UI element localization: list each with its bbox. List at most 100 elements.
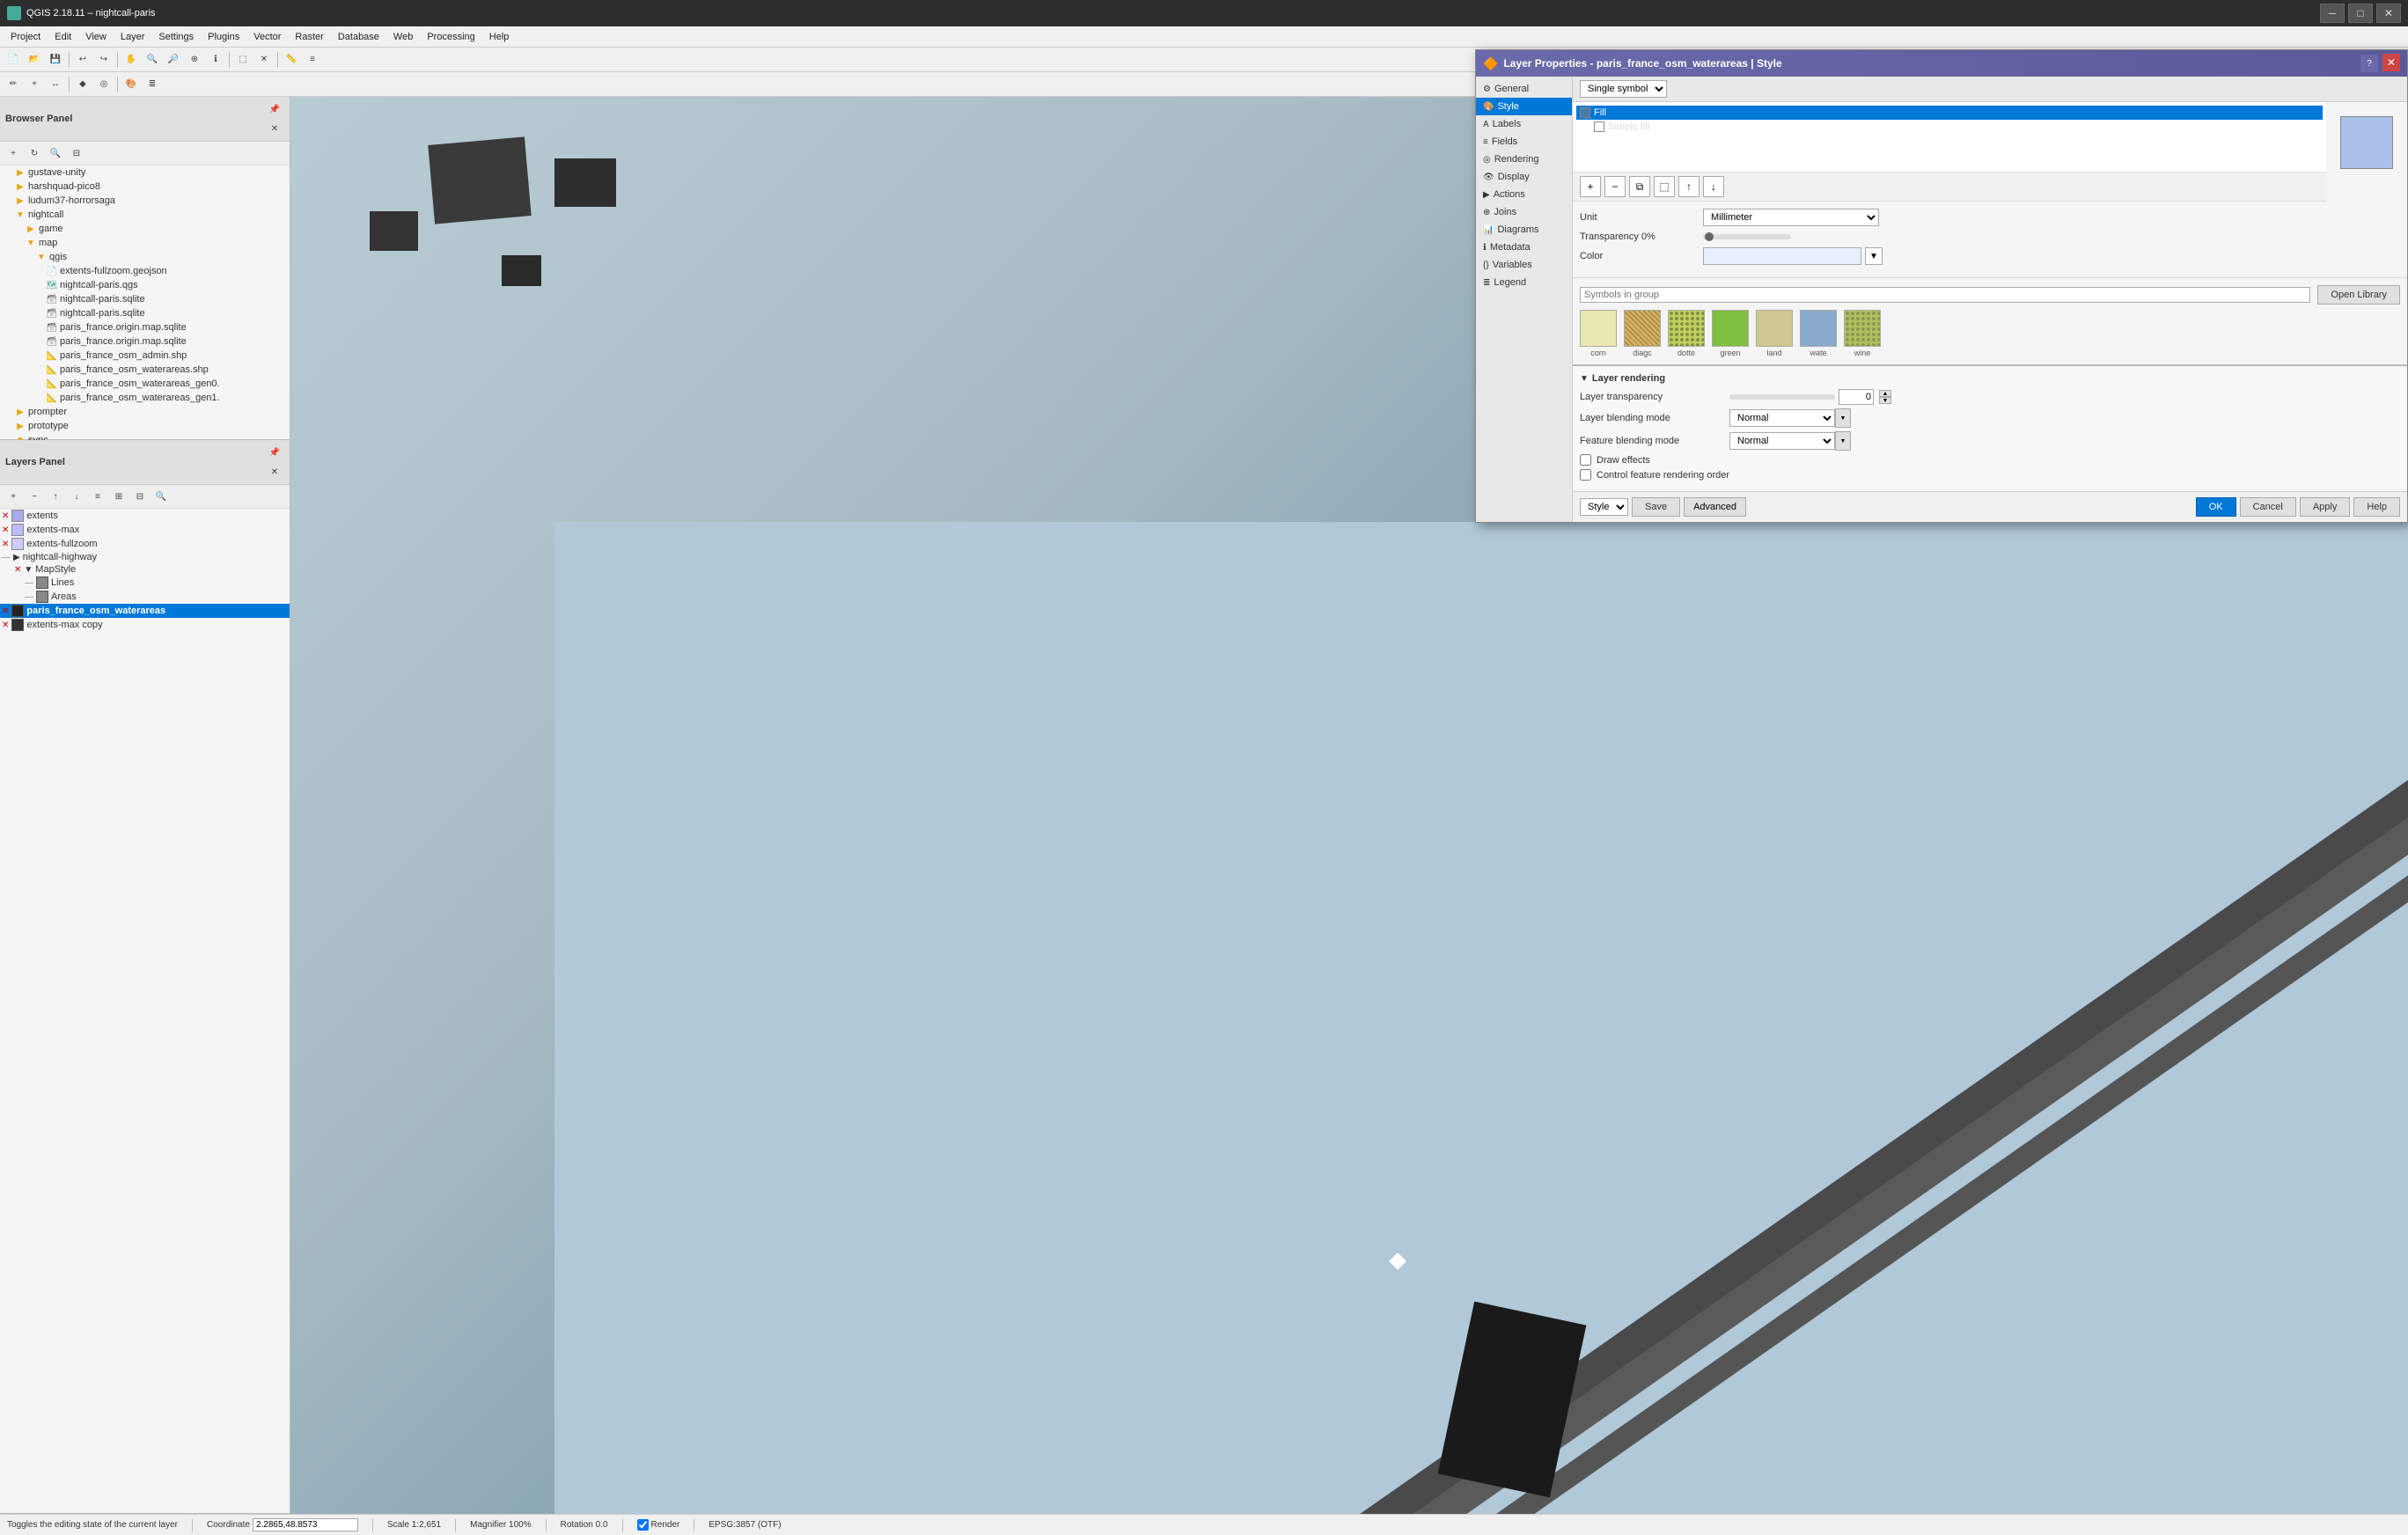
browser-item-admin[interactable]: 📐 paris_france_osm_admin.shp — [0, 349, 290, 363]
help-btn[interactable]: Help — [2353, 497, 2400, 517]
transparency-spin-down[interactable]: ▼ — [1879, 397, 1891, 404]
control-rendering-checkbox[interactable] — [1580, 469, 1591, 481]
symbol-item-green[interactable]: green — [1712, 310, 1749, 357]
color-pick-btn[interactable]: ▼ — [1865, 247, 1883, 265]
layer-blending-select[interactable]: Normal — [1729, 409, 1835, 427]
symbol-item-dotte[interactable]: dotte — [1668, 310, 1705, 357]
layer-expand-btn[interactable]: ⊞ — [109, 487, 128, 506]
digitize-btn[interactable]: ◆ — [73, 75, 92, 94]
layer-up-btn[interactable]: ↑ — [46, 487, 65, 506]
layer-down-btn[interactable]: ↓ — [67, 487, 86, 506]
symbol-props-btn[interactable]: ⬚ — [1654, 176, 1675, 197]
menu-plugins[interactable]: Plugins — [201, 26, 246, 47]
feature-blending-dropdown[interactable]: ▼ — [1835, 431, 1851, 451]
browser-item-waterareas-gen0[interactable]: 📐 paris_france_osm_waterareas_gen0. — [0, 377, 290, 391]
unit-select[interactable]: Millimeter — [1703, 209, 1879, 226]
browser-item-sqlite2[interactable]: 🗃 nightcall-paris.sqlite — [0, 306, 290, 320]
layer-item-extents-fullzoom[interactable]: ✕ extents-fullzoom — [0, 537, 290, 551]
layer-transparency-input[interactable] — [1839, 389, 1874, 405]
layer-item-extents-max[interactable]: ✕ extents-max — [0, 523, 290, 537]
layer-remove-btn[interactable]: − — [25, 487, 44, 506]
symbol-item-corn[interactable]: corn — [1580, 310, 1617, 357]
browser-item-waterareas-gen1[interactable]: 📐 paris_france_osm_waterareas_gen1. — [0, 391, 290, 405]
dialog-close-btn[interactable]: ✕ — [2382, 54, 2400, 71]
layer-collapse-btn[interactable]: ⊟ — [130, 487, 150, 506]
cancel-btn[interactable]: Cancel — [2240, 497, 2296, 517]
add-symbol-btn[interactable]: + — [1580, 176, 1601, 197]
browser-item-map[interactable]: ▼ map — [0, 236, 290, 250]
new-project-btn[interactable]: 📄 — [4, 50, 23, 70]
color-swatch[interactable] — [1703, 247, 1861, 265]
browser-item-sqlite1[interactable]: 🗃 nightcall-paris.sqlite — [0, 292, 290, 306]
layer-item-extents[interactable]: ✕ extents — [0, 509, 290, 523]
browser-filter-btn[interactable]: 🔍 — [46, 143, 65, 163]
browser-item-ludum[interactable]: ▶ ludum37-horrorsaga — [0, 194, 290, 208]
sidebar-fields[interactable]: ≡ Fields — [1476, 133, 1572, 151]
sidebar-diagrams[interactable]: 📊 Diagrams — [1476, 221, 1572, 239]
pan-btn[interactable]: ✋ — [121, 50, 141, 70]
browser-item-sqlite3[interactable]: 🗃 paris_france.origin.map.sqlite — [0, 320, 290, 334]
menu-database[interactable]: Database — [331, 26, 386, 47]
select-btn[interactable]: ⬚ — [233, 50, 253, 70]
transparency-slider[interactable] — [1703, 234, 1791, 239]
zoom-out-btn[interactable]: 🔎 — [164, 50, 183, 70]
menu-processing[interactable]: Processing — [420, 26, 481, 47]
sidebar-style[interactable]: 🎨 Style — [1476, 98, 1572, 115]
apply-btn[interactable]: Apply — [2300, 497, 2351, 517]
menu-raster[interactable]: Raster — [288, 26, 330, 47]
layer-btn[interactable]: ≣ — [143, 75, 162, 94]
layer-transparency-slider[interactable] — [1729, 394, 1835, 400]
browser-item-qgis[interactable]: ▼ qgis — [0, 250, 290, 264]
sidebar-joins[interactable]: ⊕ Joins — [1476, 203, 1572, 221]
zoom-extent-btn[interactable]: ⊕ — [185, 50, 204, 70]
browser-item-prototype[interactable]: ▶ prototype — [0, 419, 290, 433]
measure-btn[interactable]: 📏 — [282, 50, 301, 70]
dialog-help-btn[interactable]: ? — [2360, 54, 2379, 73]
sidebar-display[interactable]: 👁 Display — [1476, 168, 1572, 186]
layer-item-lines[interactable]: — Lines — [0, 576, 290, 590]
menu-project[interactable]: Project — [4, 26, 48, 47]
move-feature-btn[interactable]: ↔ — [46, 75, 65, 94]
zoom-in-btn[interactable]: 🔍 — [143, 50, 162, 70]
ok-btn[interactable]: OK — [2196, 497, 2236, 517]
maximize-button[interactable]: □ — [2348, 4, 2373, 23]
edit-btn[interactable]: ✏ — [4, 75, 23, 94]
browser-item-nightcall[interactable]: ▼ nightcall — [0, 208, 290, 222]
browser-refresh-btn[interactable]: ↻ — [25, 143, 44, 163]
menu-vector[interactable]: Vector — [246, 26, 288, 47]
symbol-item-land[interactable]: land — [1756, 310, 1793, 357]
symbols-filter-input[interactable] — [1580, 287, 2310, 303]
layer-add-btn[interactable]: + — [4, 487, 23, 506]
layer-item-mapstyle[interactable]: ✕ ▼ MapStyle — [0, 563, 290, 576]
move-up-btn[interactable]: ↑ — [1678, 176, 1700, 197]
symbol-type-select[interactable]: Single symbol — [1580, 80, 1667, 98]
browser-item-prompter[interactable]: ▶ prompter — [0, 405, 290, 419]
render-checkbox[interactable] — [637, 1519, 649, 1531]
add-feature-btn[interactable]: + — [25, 75, 44, 94]
layer-item-areas[interactable]: — Areas — [0, 590, 290, 604]
sidebar-variables[interactable]: {} Variables — [1476, 256, 1572, 274]
sidebar-rendering[interactable]: ◎ Rendering — [1476, 151, 1572, 168]
browser-item-harshquad[interactable]: ▶ harshquad-pico8 — [0, 180, 290, 194]
node-tool-btn[interactable]: ◎ — [94, 75, 114, 94]
layer-item-waterareas[interactable]: ✕ paris_france_osm_waterareas — [0, 604, 290, 618]
remove-symbol-btn[interactable]: − — [1604, 176, 1626, 197]
symbol-item-wine[interactable]: wine — [1844, 310, 1881, 357]
close-button[interactable]: ✕ — [2376, 4, 2401, 23]
browser-collapse-btn[interactable]: ⊟ — [67, 143, 86, 163]
style-btn[interactable]: 🎨 — [121, 75, 141, 94]
open-project-btn[interactable]: 📂 — [25, 50, 44, 70]
undo-btn[interactable]: ↩ — [73, 50, 92, 70]
menu-help[interactable]: Help — [482, 26, 517, 47]
browser-item-sqlite4[interactable]: 🗃 paris_france.origin.map.sqlite — [0, 334, 290, 349]
browser-item-geojson[interactable]: 📄 extents-fullzoom.geojson — [0, 264, 290, 278]
layers-pin-btn[interactable]: 📌 — [265, 443, 284, 462]
browser-item-waterareas[interactable]: 📐 paris_france_osm_waterareas.shp — [0, 363, 290, 377]
sidebar-metadata[interactable]: ℹ Metadata — [1476, 239, 1572, 256]
browser-pin-btn[interactable]: 📌 — [265, 99, 284, 119]
menu-layer[interactable]: Layer — [114, 26, 152, 47]
duplicate-symbol-btn[interactable]: ⧉ — [1629, 176, 1650, 197]
minimize-button[interactable]: ─ — [2320, 4, 2345, 23]
save-project-btn[interactable]: 💾 — [46, 50, 65, 70]
feature-blending-select[interactable]: Normal — [1729, 432, 1835, 450]
